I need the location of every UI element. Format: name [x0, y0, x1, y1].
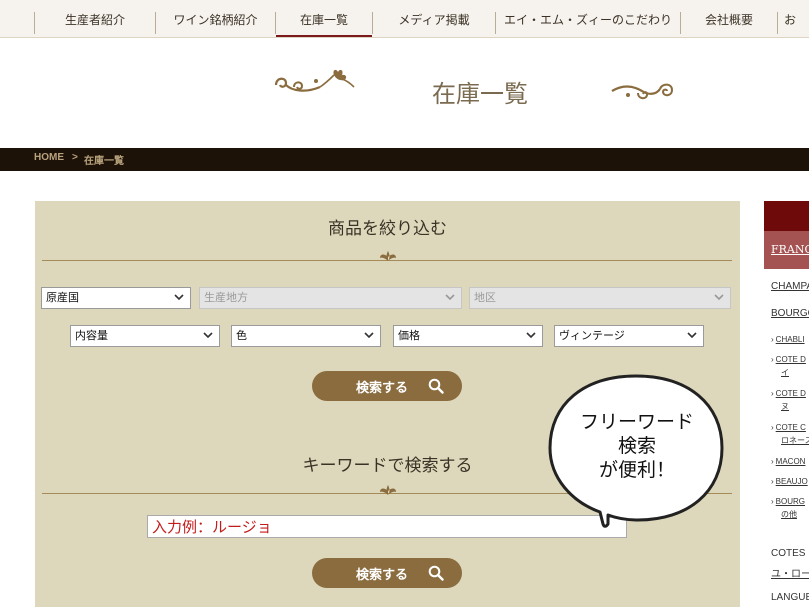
- chevron-down-icon: [168, 288, 190, 308]
- sidebar-sublink[interactable]: › MACON: [771, 457, 805, 466]
- right-ornament-icon: [611, 83, 674, 100]
- sidebar-link-bourgogne[interactable]: BOURGO: [771, 308, 809, 319]
- sidebar-sublink-label: MACON: [775, 457, 806, 466]
- region-sidebar: FRANC CHAMPA BOURGO ›CHABLI ›COTE D イ ›C…: [764, 201, 809, 607]
- breadcrumb: HOME > 在庫一覧: [0, 148, 809, 171]
- sidebar-sublink-cont[interactable]: ロネース: [779, 435, 809, 446]
- title-area: 在庫一覧: [0, 39, 809, 147]
- sidebar-sublink-cont[interactable]: イ: [779, 367, 789, 378]
- fleur-ornament-icon: [380, 485, 396, 495]
- sidebar-link-champagne[interactable]: CHAMPA: [771, 281, 809, 292]
- color-select-value: 色: [236, 330, 247, 342]
- top-nav: 生産者紹介 ワイン銘柄紹介 在庫一覧 メディア掲載 エイ・エム・ズィーのこだわり…: [0, 0, 809, 38]
- sidebar-top-bar: [764, 201, 809, 231]
- region-select-value: 生産地方: [204, 292, 248, 304]
- sidebar-sublink[interactable]: › BEAUJO: [771, 477, 808, 486]
- chevron-down-icon: [197, 326, 219, 346]
- nav-item-wines[interactable]: ワイン銘柄紹介: [156, 0, 275, 38]
- speech-bubble-text: フリーワード 検索 が便利！: [574, 410, 700, 482]
- speech-bubble-line: フリーワード: [579, 411, 694, 433]
- search-icon: [428, 378, 444, 394]
- country-select[interactable]: 原産国: [41, 287, 191, 309]
- sidebar-sublink-label: CHABLI: [775, 335, 805, 344]
- filter-search-button[interactable]: 検索する: [312, 371, 462, 401]
- page-title: 在庫一覧: [432, 80, 528, 108]
- sidebar-sublink-label: COTE D: [775, 355, 806, 364]
- filter-search-button-label: 検索する: [356, 381, 409, 396]
- color-select[interactable]: 色: [231, 325, 381, 347]
- chevron-down-icon: [358, 326, 380, 346]
- nav-item-contact[interactable]: お: [784, 0, 809, 38]
- nav-item-commitment[interactable]: エイ・エム・ズィーのこだわり: [496, 0, 680, 38]
- sidebar-header: FRANC: [764, 231, 809, 269]
- sidebar-sublink-label: の他: [781, 510, 797, 519]
- sidebar-sublink[interactable]: › COTE D: [771, 355, 806, 364]
- sidebar-sublink[interactable]: › COTE D: [771, 389, 806, 398]
- sidebar-sublink-label: COTE D: [775, 389, 806, 398]
- keyword-search-button[interactable]: 検索する: [312, 558, 462, 588]
- breadcrumb-current: 在庫一覧: [84, 156, 124, 167]
- nav-item-media[interactable]: メディア掲載: [373, 0, 495, 38]
- sidebar-sublink-label: BOURG: [775, 497, 806, 506]
- chevron-down-icon: [708, 288, 730, 308]
- sidebar-link-cotes-cont[interactable]: ユ・ロー: [771, 565, 809, 580]
- chevron-down-icon: [520, 326, 542, 346]
- sidebar-sublink-label: イ: [781, 368, 789, 377]
- vintage-select[interactable]: ヴィンテージ: [554, 325, 704, 347]
- country-select-value: 原産国: [46, 292, 79, 304]
- speech-bubble-line: が便利！: [598, 459, 675, 481]
- sidebar-sublink-cont[interactable]: の他: [779, 509, 797, 520]
- nav-item-company[interactable]: 会社概要: [681, 0, 777, 38]
- sidebar-link-cotes[interactable]: COTES: [771, 548, 805, 559]
- sidebar-sublink-cont[interactable]: ヌ: [779, 401, 789, 412]
- district-select[interactable]: 地区: [469, 287, 731, 309]
- breadcrumb-separator: >: [72, 152, 78, 163]
- chevron-down-icon: [681, 326, 703, 346]
- price-select-value: 価格: [398, 330, 420, 342]
- search-icon: [428, 565, 444, 581]
- sidebar-header-link[interactable]: FRANC: [771, 243, 809, 256]
- nav-separator: [777, 12, 778, 34]
- breadcrumb-home-link[interactable]: HOME: [34, 152, 64, 163]
- filter-heading: 商品を絞り込む: [328, 219, 447, 239]
- keyword-search-button-label: 検索する: [356, 568, 409, 583]
- price-select[interactable]: 価格: [393, 325, 543, 347]
- region-select[interactable]: 生産地方: [199, 287, 462, 309]
- sidebar-sublink-label: ヌ: [781, 402, 789, 411]
- nav-item-stock[interactable]: 在庫一覧: [276, 0, 372, 37]
- speech-bubble-line: 検索: [617, 435, 656, 457]
- fleur-ornament-icon: [380, 251, 396, 261]
- sidebar-link-languedoc[interactable]: LANGUE: [771, 592, 809, 603]
- chevron-down-icon: [439, 288, 461, 308]
- sidebar-sublink-label: ロネース: [781, 436, 809, 445]
- left-ornament-icon: [274, 69, 355, 92]
- sidebar-sublink-label: COTE C: [775, 423, 806, 432]
- sidebar-sublink[interactable]: › BOURG: [771, 497, 805, 506]
- volume-select-value: 内容量: [75, 330, 108, 342]
- volume-select[interactable]: 内容量: [70, 325, 220, 347]
- district-select-value: 地区: [474, 292, 496, 304]
- sidebar-sublink[interactable]: › CHABLI: [771, 335, 805, 344]
- sidebar-sublink-label: BEAUJO: [775, 477, 808, 486]
- nav-item-producers[interactable]: 生産者紹介: [35, 0, 155, 38]
- sidebar-sublink[interactable]: › COTE C: [771, 423, 806, 432]
- vintage-select-value: ヴィンテージ: [559, 330, 625, 342]
